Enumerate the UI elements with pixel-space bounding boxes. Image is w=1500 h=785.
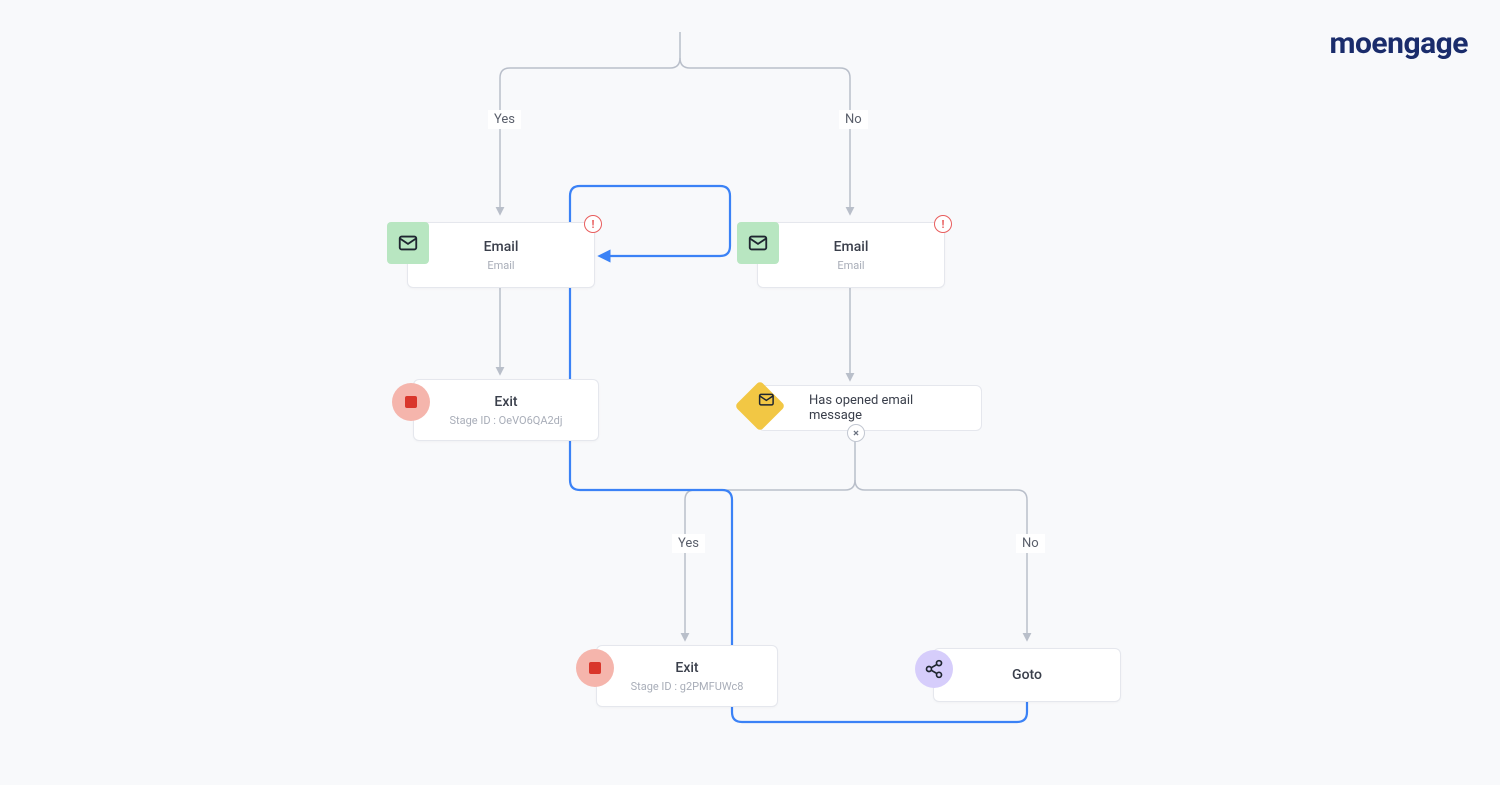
- email-icon: [387, 222, 429, 264]
- share-icon: [915, 650, 953, 688]
- condition-title: Has opened email message: [809, 393, 965, 423]
- email-left-title: Email: [484, 239, 519, 255]
- exit-node-bottom[interactable]: Exit Stage ID : g2PMFUWc8: [596, 645, 778, 707]
- exit-node-left[interactable]: Exit Stage ID : OeVO6QA2dj: [413, 379, 599, 441]
- email-left-sub: Email: [487, 259, 514, 272]
- exit-left-title: Exit: [494, 394, 517, 410]
- email-node-left[interactable]: Email Email !: [407, 222, 595, 288]
- email-node-right[interactable]: Email Email !: [757, 222, 945, 288]
- exit-bottom-sub: Stage ID : g2PMFUWc8: [631, 680, 744, 693]
- branch1-yes-label: Yes: [488, 110, 521, 129]
- brand-logo: moengage: [1330, 26, 1468, 61]
- branch2-no-label: No: [1016, 534, 1045, 553]
- email-icon: [737, 222, 779, 264]
- branch-indicator-icon: [847, 424, 865, 442]
- alert-icon: !: [584, 215, 602, 233]
- alert-icon: !: [934, 215, 952, 233]
- goto-node[interactable]: Goto: [933, 648, 1121, 702]
- branch1-no-label: No: [839, 110, 868, 129]
- exit-bottom-title: Exit: [675, 660, 698, 676]
- branch2-yes-label: Yes: [672, 534, 705, 553]
- flow-canvas: moengage Yes No Email Email: [0, 0, 1500, 785]
- goto-title: Goto: [1012, 667, 1042, 683]
- condition-icon: [742, 388, 778, 424]
- exit-left-sub: Stage ID : OeVO6QA2dj: [449, 414, 562, 427]
- email-right-title: Email: [834, 239, 869, 255]
- condition-node[interactable]: Has opened email message: [758, 385, 982, 431]
- stop-icon: [576, 649, 614, 687]
- stop-icon: [392, 383, 430, 421]
- email-right-sub: Email: [837, 259, 864, 272]
